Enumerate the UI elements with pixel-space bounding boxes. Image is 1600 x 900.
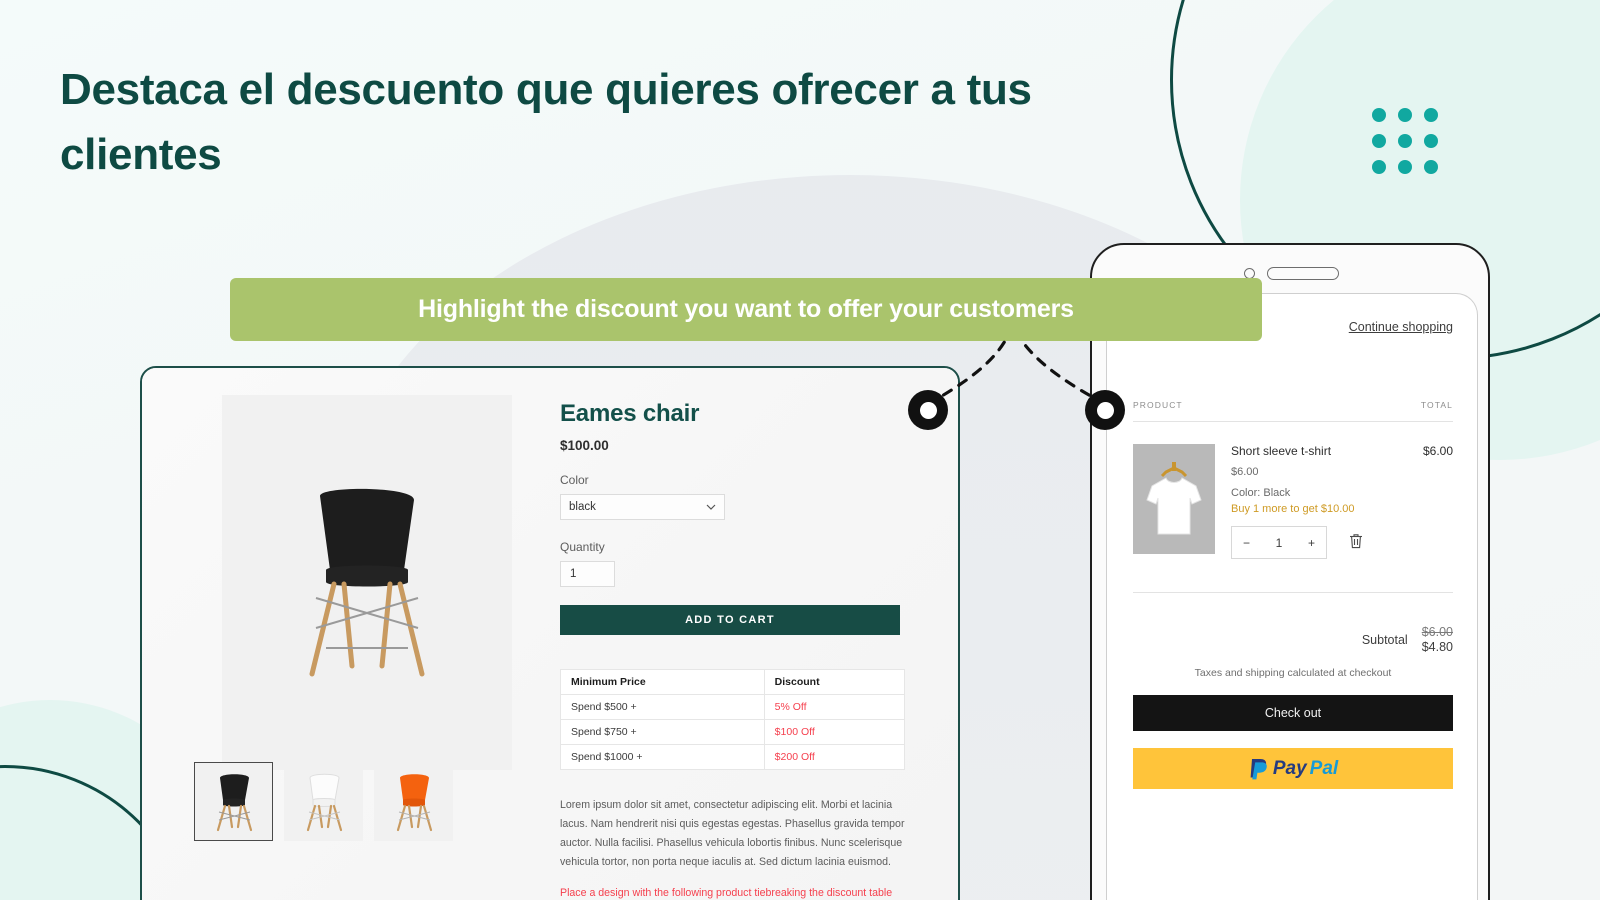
connector-lines xyxy=(926,339,1107,406)
slide-canvas: Destaca el descuento que quieres ofrecer… xyxy=(0,0,1600,900)
marker-product-discount-table[interactable] xyxy=(908,390,948,430)
marker-cart-discount[interactable] xyxy=(1085,390,1125,430)
